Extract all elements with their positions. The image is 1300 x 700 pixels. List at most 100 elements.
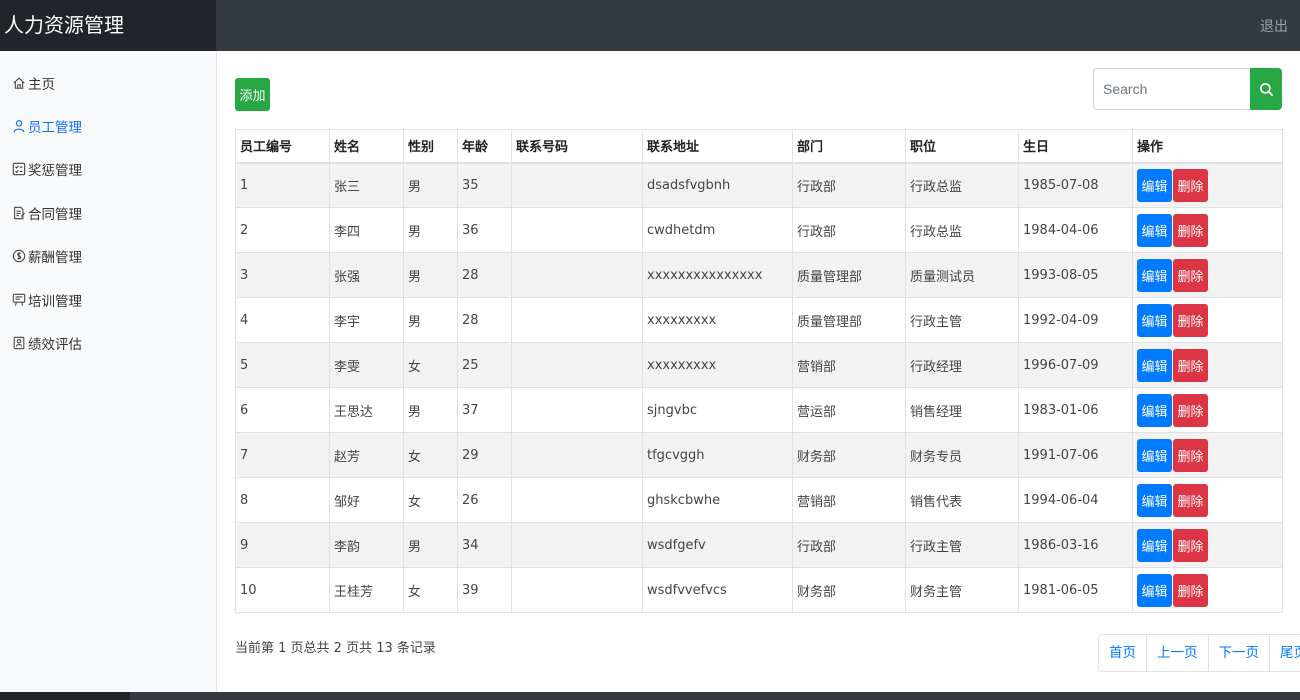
edit-button[interactable]: 编辑 <box>1137 483 1172 517</box>
sidebar-item-label: 员工管理 <box>28 120 82 136</box>
sidebar-item-training[interactable]: 培训管理 <box>11 288 82 312</box>
cell-position: 销售代表 <box>905 477 1019 523</box>
cell-actions: 编辑 删除 <box>1132 567 1283 613</box>
column-header: 联系号码 <box>511 129 643 164</box>
delete-button[interactable]: 删除 <box>1173 438 1208 472</box>
delete-button[interactable]: 删除 <box>1173 168 1208 202</box>
cell-actions: 编辑 删除 <box>1132 387 1283 433</box>
edit-button[interactable]: 编辑 <box>1137 393 1172 427</box>
search-icon <box>1259 82 1274 97</box>
sidebar-item-label: 培训管理 <box>28 294 82 310</box>
cell-age: 36 <box>457 207 512 253</box>
cell-birthday: 1991-07-06 <box>1018 432 1133 478</box>
sidebar-item-rewards[interactable]: 奖惩管理 <box>11 157 82 181</box>
table-header-row: 员工编号 姓名 性别 年龄 联系号码 联系地址 部门 职位 生日 操作 <box>235 129 1283 164</box>
table-row: 2 李四男 36 cwdhetdm 行政部 行政总监 1984-04-06 编辑 删除 <box>235 207 1283 253</box>
sidebar-item-home[interactable]: 主页 <box>11 71 55 95</box>
edit-button[interactable]: 编辑 <box>1137 258 1172 292</box>
delete-button[interactable]: 删除 <box>1173 483 1208 517</box>
next-page-link[interactable]: 下一页 <box>1207 635 1270 671</box>
cell-phone <box>511 432 643 478</box>
last-page-link[interactable]: 尾页 <box>1269 635 1300 671</box>
sidebar-item-contracts[interactable]: 合同管理 <box>11 201 82 225</box>
cell-position: 行政总监 <box>905 162 1019 208</box>
edit-button[interactable]: 编辑 <box>1137 303 1172 337</box>
cell-actions: 编辑 删除 <box>1132 297 1283 343</box>
prev-page-link[interactable]: 上一页 <box>1146 635 1208 671</box>
delete-button[interactable]: 删除 <box>1173 573 1208 607</box>
sidebar-item-label: 合同管理 <box>28 207 82 223</box>
column-header: 操作 <box>1132 129 1283 164</box>
sidebar-item-performance[interactable]: 绩效评估 <box>11 331 82 355</box>
cell-actions: 编辑 删除 <box>1132 522 1283 568</box>
search-button[interactable] <box>1250 68 1282 110</box>
cell-address: xxxxxxxxx <box>642 342 793 388</box>
cell-employee-id: 6 <box>235 387 330 433</box>
edit-button[interactable]: 编辑 <box>1137 213 1172 247</box>
cell-position: 质量测试员 <box>905 252 1019 298</box>
column-header: 年龄 <box>457 129 512 164</box>
cell-name: 张三 <box>329 162 404 208</box>
delete-button[interactable]: 删除 <box>1173 528 1208 562</box>
sidebar-item-employees[interactable]: 员工管理 <box>11 114 82 138</box>
cell-address: dsadsfvgbnh <box>642 162 793 208</box>
cell-actions: 编辑 删除 <box>1132 477 1283 523</box>
cell-department: 营销部 <box>792 477 906 523</box>
cell-employee-id: 4 <box>235 297 330 343</box>
delete-button[interactable]: 删除 <box>1173 213 1208 247</box>
cell-age: 37 <box>457 387 512 433</box>
cell-department: 质量管理部 <box>792 252 906 298</box>
cell-department: 质量管理部 <box>792 297 906 343</box>
cell-department: 行政部 <box>792 162 906 208</box>
contract-icon <box>11 206 26 221</box>
cell-address: ghskcbwhe <box>642 477 793 523</box>
search-input[interactable] <box>1093 68 1251 110</box>
cell-employee-id: 9 <box>235 522 330 568</box>
cell-address: xxxxxxxxxxxxxxx <box>642 252 793 298</box>
column-header: 姓名 <box>329 129 404 164</box>
sidebar-item-salary[interactable]: 薪酬管理 <box>11 244 82 268</box>
cell-department: 财务部 <box>792 567 906 613</box>
edit-button[interactable]: 编辑 <box>1137 573 1172 607</box>
cell-name: 李韵 <box>329 522 404 568</box>
cell-birthday: 1981-06-05 <box>1018 567 1133 613</box>
report-icon <box>11 336 26 351</box>
sidebar-item-label: 薪酬管理 <box>28 250 82 266</box>
cell-employee-id: 3 <box>235 252 330 298</box>
cell-actions: 编辑 删除 <box>1132 207 1283 253</box>
cell-address: wsdfvvefvcs <box>642 567 793 613</box>
checklist-icon <box>11 162 26 177</box>
cell-department: 营运部 <box>792 387 906 433</box>
cell-gender: 男 <box>403 252 458 298</box>
cell-phone <box>511 477 643 523</box>
cell-phone <box>511 387 643 433</box>
cell-employee-id: 2 <box>235 207 330 253</box>
cell-phone <box>511 207 643 253</box>
delete-button[interactable]: 删除 <box>1173 393 1208 427</box>
add-button[interactable]: 添加 <box>235 78 270 111</box>
cell-gender: 男 <box>403 162 458 208</box>
delete-button[interactable]: 删除 <box>1173 258 1208 292</box>
table-row: 5 李雯女 25 xxxxxxxxx 营销部 行政经理 1996-07-09 编辑 删除 <box>235 342 1283 388</box>
sidebar: 主页 员工管理 奖惩管理 合同管理 薪酬管理 培训管理 绩效评估 <box>0 51 217 700</box>
cell-phone <box>511 162 643 208</box>
cell-birthday: 1993-08-05 <box>1018 252 1133 298</box>
table-row: 6 王思达男 37 sjngvbc 营运部 销售经理 1983-01-06 编辑 删除 <box>235 387 1283 433</box>
column-header: 联系地址 <box>642 129 793 164</box>
cell-name: 李宇 <box>329 297 404 343</box>
edit-button[interactable]: 编辑 <box>1137 348 1172 382</box>
delete-button[interactable]: 删除 <box>1173 303 1208 337</box>
first-page-link[interactable]: 首页 <box>1099 635 1146 671</box>
delete-button[interactable]: 删除 <box>1173 348 1208 382</box>
cell-gender: 男 <box>403 297 458 343</box>
currency-icon <box>11 249 26 264</box>
edit-button[interactable]: 编辑 <box>1137 528 1172 562</box>
edit-button[interactable]: 编辑 <box>1137 438 1172 472</box>
logout-link[interactable]: 退出 <box>1260 16 1288 36</box>
table-row: 1 张三男 35 dsadsfvgbnh 行政部 行政总监 1985-07-08 编辑 删除 <box>235 162 1283 208</box>
edit-button[interactable]: 编辑 <box>1137 168 1172 202</box>
cell-gender: 男 <box>403 387 458 433</box>
app-title[interactable]: 人力资源管理 <box>0 0 216 51</box>
cell-age: 34 <box>457 522 512 568</box>
cell-age: 39 <box>457 567 512 613</box>
